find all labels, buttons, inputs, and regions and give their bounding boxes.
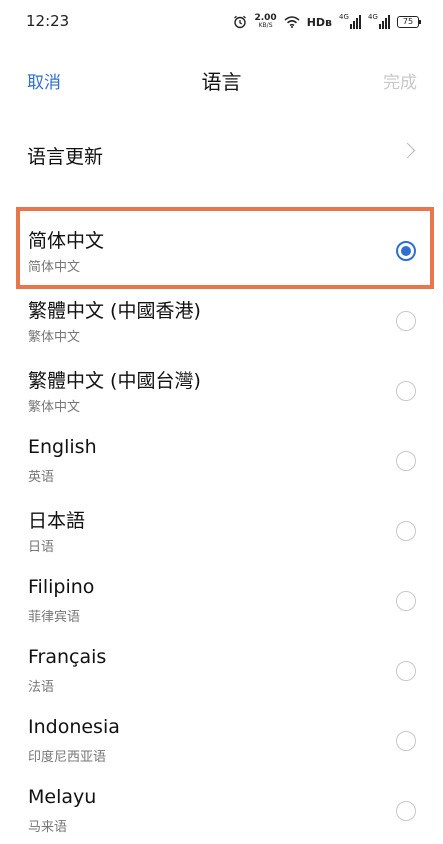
language-subtitle: 繁体中文: [28, 330, 81, 345]
language-list: 简体中文 简体中文 繁體中文 (中國香港) 繁体中文 繁體中文 (中國台灣) 繁…: [0, 216, 443, 844]
list-item[interactable]: Filipino 菲律宾语: [0, 566, 443, 636]
radio-unselected[interactable]: [396, 451, 416, 471]
network-type-2: 4G: [368, 13, 378, 21]
network-type-1: 4G: [339, 13, 349, 21]
radio-unselected[interactable]: [396, 661, 416, 681]
language-name: Filipino: [28, 576, 95, 598]
battery-icon: 75: [397, 16, 421, 28]
language-name: 繁體中文 (中國台灣): [28, 370, 201, 392]
done-button[interactable]: 完成: [383, 68, 417, 93]
radio-unselected[interactable]: [396, 521, 416, 541]
status-time: 12:23: [26, 12, 70, 30]
radio-unselected[interactable]: [396, 731, 416, 751]
radio-selected[interactable]: [396, 241, 416, 261]
radio-unselected[interactable]: [396, 311, 416, 331]
status-bar: 12:23 2.00 KB/S HDʙ 4G 4G 75: [0, 0, 443, 44]
language-subtitle: 印度尼西亚语: [28, 750, 107, 765]
status-icons: 2.00 KB/S HDʙ 4G 4G 75: [233, 12, 421, 32]
language-name: 繁體中文 (中國香港): [28, 300, 201, 322]
network-speed-unit: KB/S: [258, 22, 273, 29]
language-subtitle: 马来语: [28, 820, 68, 835]
list-item[interactable]: Français 法语: [0, 636, 443, 706]
list-item[interactable]: 简体中文 简体中文: [0, 216, 443, 286]
list-item[interactable]: Melayu 马来语: [0, 776, 443, 844]
list-item[interactable]: Indonesia 印度尼西亚语: [0, 706, 443, 776]
language-subtitle: 繁体中文: [28, 400, 81, 415]
language-name: Melayu: [28, 786, 97, 808]
list-item[interactable]: 繁體中文 (中國香港) 繁体中文: [0, 286, 443, 356]
radio-unselected[interactable]: [396, 591, 416, 611]
network-speed-value: 2.00: [254, 13, 277, 23]
language-update-label: 语言更新: [27, 146, 104, 168]
nav-bar: 取消 语言 完成: [0, 56, 443, 100]
language-subtitle: 法语: [28, 680, 55, 695]
language-subtitle: 日语: [28, 540, 55, 555]
language-name: English: [28, 436, 97, 458]
language-name: 简体中文: [28, 230, 105, 252]
page-title: 语言: [201, 70, 242, 94]
radio-unselected[interactable]: [396, 801, 416, 821]
language-subtitle: 菲律宾语: [28, 610, 81, 625]
language-subtitle: 英语: [28, 470, 55, 485]
signal-icon: 4G: [339, 13, 361, 30]
list-item[interactable]: 繁體中文 (中國台灣) 繁体中文: [0, 356, 443, 426]
language-update-row[interactable]: 语言更新: [0, 130, 443, 180]
language-name: Français: [28, 646, 107, 668]
list-item[interactable]: English 英语: [0, 426, 443, 496]
wifi-icon: [284, 16, 300, 28]
radio-unselected[interactable]: [396, 381, 416, 401]
language-name: Indonesia: [28, 716, 120, 738]
alarm-icon: [234, 15, 247, 29]
language-name: 日本語: [28, 510, 86, 532]
network-speed: 2.00 KB/S: [254, 14, 276, 30]
language-subtitle: 简体中文: [28, 260, 81, 275]
chevron-right-icon: [399, 142, 416, 159]
signal-icon-2: 4G: [368, 13, 390, 30]
list-item[interactable]: 日本語 日语: [0, 496, 443, 566]
hd-indicator: HDʙ: [306, 15, 332, 29]
